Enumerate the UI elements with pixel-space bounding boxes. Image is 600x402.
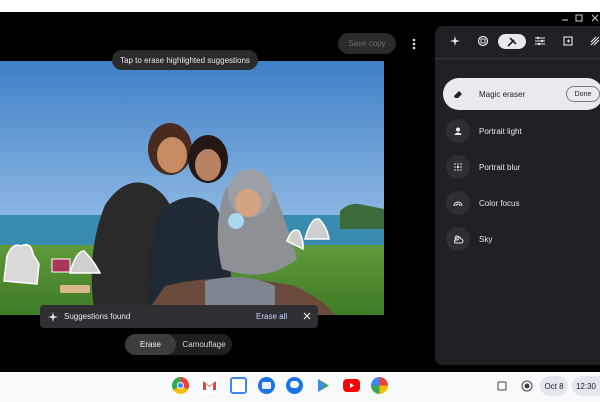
erase-all-button[interactable]: Erase all (256, 312, 287, 321)
suggestions-snackbar: Suggestions found Erase all (40, 305, 318, 328)
gmail-icon[interactable] (201, 377, 218, 394)
tool-sky[interactable]: Sky (443, 224, 600, 254)
messages-icon[interactable] (286, 377, 303, 394)
color-focus-icon (446, 191, 470, 215)
edit-tabs (435, 26, 600, 56)
photos-icon[interactable] (371, 377, 388, 394)
maximize-icon[interactable] (574, 14, 584, 22)
tool-label: Sky (479, 234, 493, 244)
tab-tools[interactable] (498, 34, 526, 49)
photo-image (0, 61, 384, 315)
eraser-icon (446, 82, 470, 106)
shelf: Oct 8 12:30 (0, 372, 600, 402)
tote-icon[interactable] (494, 376, 510, 396)
tool-color-focus[interactable]: Color focus (443, 188, 600, 218)
chrome-icon[interactable] (172, 377, 189, 394)
youtube-icon[interactable] (343, 379, 360, 392)
tool-label: Portrait blur (479, 162, 521, 172)
erase-hint-tooltip: Tap to erase highlighted suggestions (112, 50, 258, 70)
tool-label: Portrait light (479, 126, 522, 136)
sparkle-icon (450, 36, 460, 46)
calendar-icon[interactable] (230, 377, 247, 394)
play-store-icon[interactable] (315, 377, 332, 394)
tab-filters[interactable] (558, 32, 578, 50)
rotate-crop-icon (477, 35, 489, 47)
tool-label: Color focus (479, 198, 520, 208)
erase-mode-button[interactable]: Erase (125, 334, 176, 355)
snackbar-message: Suggestions found (64, 312, 131, 321)
tool-magic-eraser[interactable]: Magic eraser Done (443, 78, 600, 110)
close-window-icon[interactable] (590, 14, 600, 22)
tools-icon (507, 36, 517, 47)
more-options-icon[interactable] (407, 34, 421, 54)
markup-icon (590, 36, 600, 46)
files-icon[interactable] (258, 377, 275, 394)
photos-editor-window: Save copy Tap to erase highlighted sugge… (0, 12, 600, 372)
photo-canvas[interactable] (0, 61, 384, 315)
minimize-icon[interactable] (560, 14, 570, 22)
portrait-blur-icon (446, 155, 470, 179)
portrait-light-icon (446, 119, 470, 143)
adjust-sliders-icon (535, 36, 545, 46)
record-icon[interactable] (518, 376, 536, 396)
close-icon[interactable] (302, 311, 312, 321)
tabs-divider (435, 58, 600, 59)
filters-icon (563, 36, 573, 46)
date-tray[interactable]: Oct 8 (540, 376, 568, 396)
edit-panel: Magic eraser Done Portrait light Portrai… (435, 26, 600, 365)
tool-portrait-light[interactable]: Portrait light (443, 116, 600, 146)
tab-crop[interactable] (473, 32, 493, 50)
tab-adjust[interactable] (530, 32, 550, 50)
tool-label: Magic eraser (479, 89, 526, 99)
camouflage-mode-button[interactable]: Camouflage (176, 334, 232, 355)
done-button[interactable]: Done (566, 86, 600, 102)
tab-markup[interactable] (585, 32, 600, 50)
save-copy-button[interactable]: Save copy (338, 33, 396, 54)
tab-suggestions[interactable] (445, 32, 465, 50)
mode-toggle: Erase Camouflage (125, 334, 232, 355)
tool-portrait-blur[interactable]: Portrait blur (443, 152, 600, 182)
sky-icon (446, 227, 470, 251)
sparkle-icon (48, 311, 58, 322)
time-tray[interactable]: 12:30 (572, 376, 600, 396)
